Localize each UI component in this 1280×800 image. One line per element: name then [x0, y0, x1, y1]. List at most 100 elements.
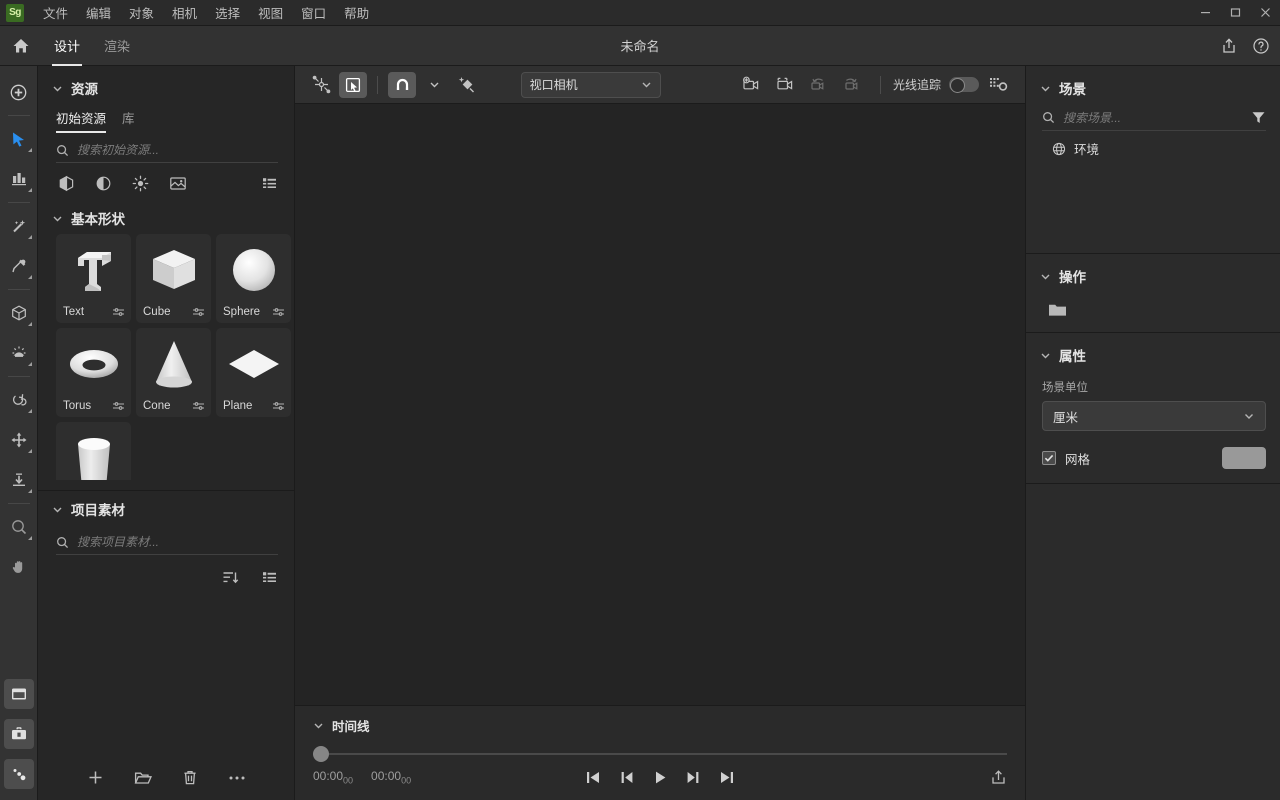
menu-file[interactable]: 文件 — [34, 0, 77, 25]
light-tool[interactable] — [4, 338, 34, 368]
shape-settings-icon[interactable] — [192, 401, 205, 411]
delete-asset-button[interactable] — [182, 769, 198, 786]
drop-to-floor-tool[interactable] — [4, 465, 34, 495]
timeline-playhead[interactable] — [313, 746, 329, 762]
nodes-button[interactable] — [4, 759, 34, 789]
viewport-camera-select[interactable]: 视口相机 — [521, 72, 661, 98]
menu-edit[interactable]: 编辑 — [77, 0, 120, 25]
zoom-tool[interactable] — [4, 512, 34, 542]
text-3d-icon — [56, 234, 131, 306]
go-to-start-button[interactable] — [585, 770, 601, 785]
select-tool[interactable] — [4, 124, 34, 154]
minimize-icon[interactable] — [1190, 0, 1220, 26]
filter-models-icon[interactable] — [58, 175, 75, 192]
shape-card-cylinder[interactable] — [56, 422, 131, 480]
project-assets-header[interactable]: 项目素材 — [38, 491, 294, 525]
scene-unit-select[interactable]: 厘米 — [1042, 401, 1266, 431]
menu-help[interactable]: 帮助 — [335, 0, 378, 25]
home-icon[interactable] — [0, 26, 42, 66]
scene-search-input[interactable] — [1063, 111, 1237, 125]
pan-tool[interactable] — [4, 552, 34, 582]
shape-card-cone[interactable]: Cone — [136, 328, 211, 417]
actions-panel-header[interactable]: 操作 — [1026, 254, 1280, 294]
share-icon[interactable] — [1220, 37, 1238, 55]
help-icon[interactable] — [1252, 37, 1270, 55]
add-tool[interactable] — [4, 77, 34, 107]
basic-shapes-section-header[interactable]: 基本形状 — [38, 200, 294, 234]
play-button[interactable] — [653, 770, 667, 785]
shape-card-torus[interactable]: Torus — [56, 328, 131, 417]
list-view-icon[interactable] — [261, 175, 278, 192]
more-options-button[interactable] — [228, 775, 246, 781]
timeline-header[interactable]: 时间线 — [313, 706, 1007, 735]
shape-card-text[interactable]: Text — [56, 234, 131, 323]
tab-library[interactable]: 库 — [122, 108, 135, 133]
align-tool[interactable] — [4, 164, 34, 194]
tab-design[interactable]: 设计 — [42, 26, 92, 66]
filter-images-icon[interactable] — [169, 175, 187, 192]
model-tool[interactable] — [4, 298, 34, 328]
selection-tool[interactable] — [339, 72, 367, 98]
scene-search[interactable] — [1042, 110, 1266, 131]
project-assets-view-options — [38, 555, 294, 594]
camera-undo-button[interactable] — [806, 72, 834, 98]
scene-panel-header[interactable]: 场景 — [1026, 66, 1280, 106]
maximize-icon[interactable] — [1220, 0, 1250, 26]
folder-icon[interactable] — [1048, 302, 1280, 318]
magic-wand-tool[interactable] — [4, 211, 34, 241]
menu-select[interactable]: 选择 — [206, 0, 249, 25]
timeline-track[interactable] — [313, 745, 1007, 763]
grid-checkbox[interactable] — [1042, 451, 1056, 465]
snap-tool[interactable] — [388, 72, 416, 98]
orbit-tool[interactable] — [4, 385, 34, 415]
add-camera-button[interactable] — [738, 72, 766, 98]
shape-settings-icon[interactable] — [192, 307, 205, 317]
shape-card-sphere[interactable]: Sphere — [216, 234, 291, 323]
toolbox-button[interactable] — [4, 719, 34, 749]
sort-icon[interactable] — [222, 570, 239, 585]
project-assets-search[interactable] — [56, 535, 278, 555]
frame-camera-button[interactable] — [772, 72, 800, 98]
filter-materials-icon[interactable] — [95, 175, 112, 192]
gizmo-tool[interactable] — [307, 72, 335, 98]
render-settings-icon[interactable] — [985, 72, 1013, 98]
shape-card-cube[interactable]: Cube — [136, 234, 211, 323]
menu-window[interactable]: 窗口 — [292, 0, 335, 25]
scene-item-environment[interactable]: 环境 — [1026, 131, 1280, 166]
assets-panel-header[interactable]: 资源 — [38, 66, 294, 106]
go-to-end-button[interactable] — [719, 770, 735, 785]
shape-card-plane[interactable]: Plane — [216, 328, 291, 417]
filter-funnel-icon[interactable] — [1251, 110, 1266, 125]
project-assets-search-input[interactable] — [77, 535, 278, 549]
export-icon[interactable] — [990, 769, 1007, 785]
shape-settings-icon[interactable] — [272, 307, 285, 317]
tab-starter-assets[interactable]: 初始资源 — [56, 108, 106, 133]
add-asset-button[interactable] — [87, 769, 104, 786]
menu-camera[interactable]: 相机 — [163, 0, 206, 25]
grid-color-swatch[interactable] — [1222, 447, 1266, 469]
move-tool[interactable] — [4, 425, 34, 455]
list-view-icon[interactable] — [261, 569, 278, 586]
close-icon[interactable] — [1250, 0, 1280, 26]
raytracing-toggle[interactable] — [949, 77, 979, 92]
filter-lights-icon[interactable] — [132, 175, 149, 192]
layout-panel-button[interactable] — [4, 679, 34, 709]
menu-view[interactable]: 视图 — [249, 0, 292, 25]
menu-object[interactable]: 对象 — [120, 0, 163, 25]
step-back-button[interactable] — [619, 770, 635, 785]
tab-render[interactable]: 渲染 — [92, 26, 142, 66]
eyedropper-tool[interactable] — [4, 251, 34, 281]
assets-search-input[interactable] — [77, 143, 278, 157]
camera-redo-button[interactable] — [840, 72, 868, 98]
magic-select-tool[interactable] — [452, 72, 480, 98]
properties-panel-header[interactable]: 属性 — [1026, 333, 1280, 373]
open-folder-button[interactable] — [134, 770, 152, 786]
step-forward-button[interactable] — [685, 770, 701, 785]
snap-options-chevron-down-icon[interactable] — [420, 72, 448, 98]
shape-settings-icon[interactable] — [272, 401, 285, 411]
viewport-3d[interactable] — [295, 104, 1025, 705]
shape-settings-icon[interactable] — [112, 401, 125, 411]
assets-bottom-actions — [38, 757, 294, 800]
assets-search[interactable] — [56, 143, 278, 163]
shape-settings-icon[interactable] — [112, 307, 125, 317]
